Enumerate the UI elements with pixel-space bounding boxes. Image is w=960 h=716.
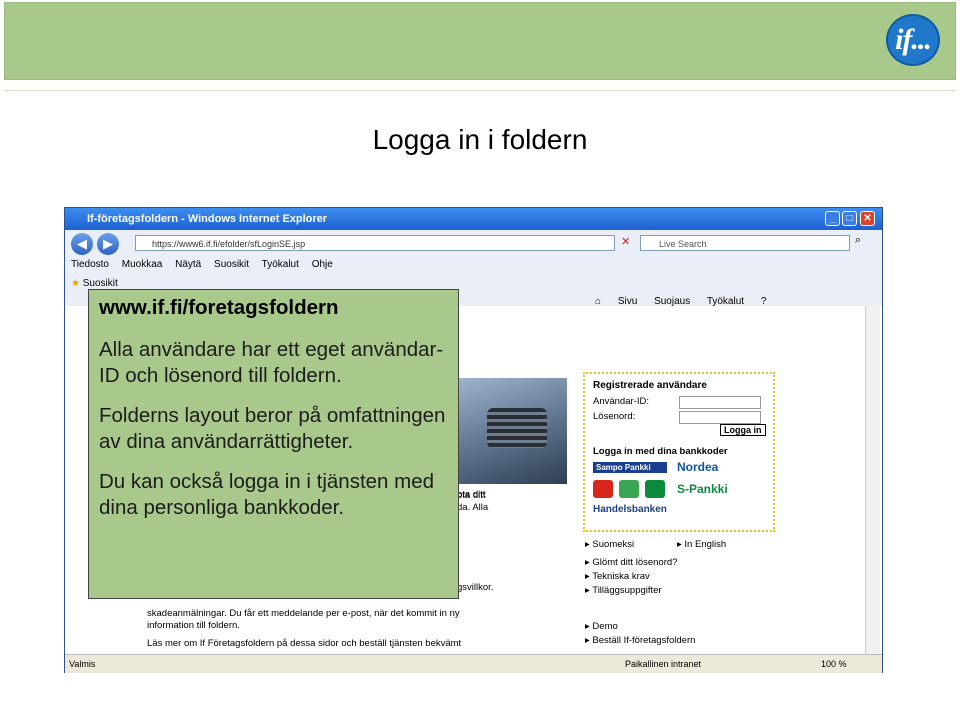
star-icon: ★	[71, 278, 80, 289]
window-titlebar: If-företagsfoldern - Windows Internet Ex…	[65, 208, 882, 230]
lang-finnish-link[interactable]: ▸ Suomeksi	[585, 538, 634, 552]
page-text-snippet: gsvillkor.	[457, 582, 494, 593]
tech-requirements-link[interactable]: ▸ Tekniska krav	[585, 570, 650, 584]
search-input[interactable]: Live Search	[640, 235, 850, 251]
menu-item[interactable]: Työkalut	[262, 259, 299, 270]
user-id-input[interactable]	[679, 396, 761, 409]
forward-icon[interactable]: ▶	[97, 233, 119, 255]
bank-login-heading: Logga in med dina bankkoder	[593, 446, 728, 457]
op-bank-icon[interactable]	[593, 480, 613, 498]
demo-link[interactable]: ▸ Demo	[585, 620, 618, 634]
menu-item[interactable]: Tiedosto	[71, 259, 109, 270]
close-icon[interactable]: ✕	[860, 211, 875, 226]
page-paragraph: Läs mer om If Företagsfoldern på dessa s…	[147, 638, 462, 649]
zoom-level[interactable]: 100 %	[821, 655, 847, 673]
nordea-bank-button[interactable]: Nordea	[677, 460, 718, 474]
handelsbanken-button[interactable]: Handelsbanken	[593, 504, 667, 515]
favorites-button[interactable]: Suosikit	[83, 278, 118, 289]
menu-item[interactable]: Ohje	[312, 259, 333, 270]
callout-paragraph: Du kan också logga in i tjänsten med din…	[99, 470, 435, 519]
page-text-snippet: ota ditt	[457, 490, 486, 501]
login-button[interactable]: Logga in	[720, 424, 766, 436]
user-id-label: Användar-ID:	[593, 396, 649, 407]
slide-title: Logga in i foldern	[372, 124, 588, 155]
window-title: If-företagsfoldern - Windows Internet Ex…	[87, 213, 328, 225]
login-box: Registrerade användare Användar-ID: Löse…	[583, 372, 775, 532]
page-text-snippet: da. Alla	[457, 502, 489, 513]
slide-header-bar	[4, 2, 956, 80]
callout-paragraph: Folderns layout beror på omfattningen av…	[99, 404, 446, 453]
security-zone: Paikallinen intranet	[625, 659, 702, 669]
menu-item[interactable]: Muokkaa	[122, 259, 163, 270]
stop-icon[interactable]: ✕	[621, 235, 630, 248]
address-bar[interactable]: https://www6.if.fi/efolder/sfLoginSE.jsp	[135, 235, 615, 251]
aktia-bank-icon[interactable]	[619, 480, 639, 498]
minimize-icon[interactable]: _	[825, 211, 840, 226]
if-logo: if...	[886, 14, 940, 66]
lang-english-link[interactable]: ▸ In English	[677, 538, 726, 552]
forgot-password-link[interactable]: ▸ Glömt ditt lösenord?	[585, 556, 677, 570]
search-icon[interactable]: ⌕	[855, 234, 861, 247]
menu-item[interactable]: Suosikit	[214, 259, 249, 270]
aland-bank-icon[interactable]	[645, 480, 665, 498]
divider	[4, 90, 956, 91]
callout-url: www.if.fi/foretagsfoldern	[99, 296, 339, 319]
scrollbar[interactable]	[865, 306, 880, 654]
password-label: Lösenord:	[593, 411, 636, 422]
favorites-bar: ★ Suosikit	[71, 278, 118, 289]
spankki-bank-button[interactable]: S-Pankki	[677, 482, 728, 496]
password-input[interactable]	[679, 411, 761, 424]
page-paragraph: skadeanmälningar. Du får ett meddelande …	[147, 608, 460, 631]
additional-info-link[interactable]: ▸ Tilläggsuppgifter	[585, 584, 662, 598]
status-bar: Valmis Paikallinen intranet 100 %	[65, 654, 882, 673]
menu-bar: Tiedosto Muokkaa Näytä Suosikit Työkalut…	[71, 259, 343, 270]
login-heading: Registrerade användare	[593, 380, 707, 391]
menu-item[interactable]: Näytä	[175, 259, 201, 270]
info-callout: www.if.fi/foretagsfoldern Alla användare…	[88, 289, 459, 599]
back-icon[interactable]: ◀	[71, 233, 93, 255]
order-folder-link[interactable]: ▸ Beställ If-företagsfoldern	[585, 634, 695, 648]
sampo-bank-button[interactable]: Sampo Pankki	[593, 462, 667, 473]
callout-paragraph: Alla användare har ett eget användar-ID …	[99, 338, 444, 387]
status-text: Valmis	[69, 659, 96, 669]
car-image	[457, 378, 567, 484]
maximize-icon[interactable]: □	[842, 211, 857, 226]
